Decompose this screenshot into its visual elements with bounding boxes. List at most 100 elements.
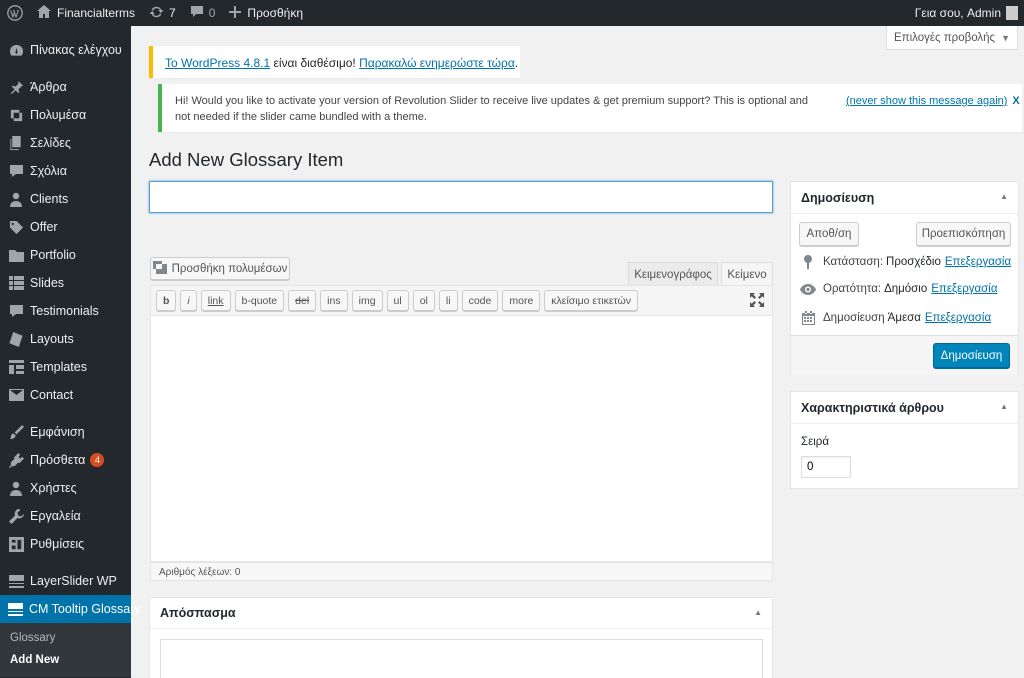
qt-link-button[interactable]: link (200, 290, 231, 311)
sidebar-item-slides[interactable]: Slides (0, 269, 131, 297)
post-attributes-box: Χαρακτηριστικά άρθρου ▲ Σειρά (790, 391, 1019, 489)
site-name: Financialterms (57, 6, 136, 20)
wordpress-logo-icon[interactable] (0, 0, 30, 26)
comments-link[interactable]: 0 (183, 0, 223, 26)
updates-count: 7 (169, 6, 176, 20)
never-show-link[interactable]: (never show this message again) (846, 95, 1007, 107)
sidebar-item-testimonials[interactable]: Testimonials (0, 297, 131, 325)
updates-icon (149, 5, 164, 22)
sidebar-item-appearance[interactable]: Εμφάνιση (0, 418, 131, 446)
qt-code-button[interactable]: code (461, 290, 499, 311)
update-notice-text: είναι διαθέσιμο! (270, 56, 360, 70)
collapse-arrow-icon[interactable]: ▲ (1000, 192, 1008, 201)
sidebar-item-label: Slides (30, 276, 65, 290)
tab-text[interactable]: Κείμενο (721, 262, 773, 286)
publish-box: Δημοσίευση ▲ Αποθ/ση Προεπισκόπηση Κατάσ… (790, 181, 1019, 375)
fullscreen-icon[interactable] (750, 293, 764, 310)
attributes-header[interactable]: Χαρακτηριστικά άρθρου ▲ (791, 392, 1018, 424)
update-now-link[interactable]: Παρακαλώ ενημερώστε τώρα (359, 56, 515, 70)
new-content-link[interactable]: Προσθήκη (222, 0, 310, 26)
publish-header[interactable]: Δημοσίευση ▲ (791, 182, 1018, 214)
sidebar-item-pages[interactable]: Σελίδες (0, 129, 131, 157)
sidebar-item-label: Πρόσθετα (30, 453, 86, 467)
sidebar-item-label: Contact (30, 388, 74, 402)
sidebar-item-label: Πίνακας ελέγχου (30, 43, 122, 57)
sidebar-item-users[interactable]: Χρήστες (0, 474, 131, 502)
excerpt-title: Απόσπασμα (160, 606, 236, 620)
sidebar-item-portfolio[interactable]: Portfolio (0, 241, 131, 269)
sidebar-item-offer[interactable]: Offer (0, 213, 131, 241)
word-count: Αριθμός λέξεων: 0 (150, 562, 773, 581)
qt-ul-button[interactable]: ul (386, 290, 409, 311)
calendar-icon (800, 311, 816, 325)
sidebar-item-media[interactable]: Πολυμέσα (0, 101, 131, 129)
qt-img-button[interactable]: img (351, 290, 383, 311)
brush-icon (8, 424, 24, 440)
updates-link[interactable]: 7 (142, 0, 183, 26)
qt-ol-button[interactable]: ol (412, 290, 435, 311)
visibility-row: Ορατότητα: Δημόσιο Επεξεργασία (800, 283, 997, 295)
sidebar-item-layerslider[interactable]: LayerSlider WP (0, 567, 131, 595)
sidebar-item-plugins[interactable]: Πρόσθετα 4 (0, 446, 131, 474)
user-icon (8, 191, 24, 207)
qt-blockquote-button[interactable]: b-quote (234, 290, 285, 311)
comment-icon (190, 5, 204, 21)
save-draft-button[interactable]: Αποθ/ση (799, 222, 859, 246)
qt-more-button[interactable]: more (502, 290, 541, 311)
sidebar-item-comments[interactable]: Σχόλια (0, 157, 131, 185)
content-editor[interactable] (150, 316, 773, 562)
sidebar-item-contact[interactable]: Contact (0, 381, 131, 409)
edit-schedule-link[interactable]: Επεξεργασία (925, 312, 991, 324)
qt-bold-button[interactable]: b (156, 290, 177, 311)
submenu-item-glossary[interactable]: Glossary (0, 627, 131, 649)
wrench-icon (8, 508, 24, 524)
plus-icon (229, 5, 242, 21)
sidebar-item-label: Layouts (30, 332, 74, 346)
slides-icon (8, 275, 24, 291)
wordpress-version-link[interactable]: Το WordPress 4.8.1 (165, 56, 270, 70)
title-input[interactable] (149, 181, 773, 213)
sidebar-item-label: Ρυθμίσεις (30, 537, 85, 551)
collapse-arrow-icon[interactable]: ▲ (754, 608, 762, 617)
sidebar-item-label: Clients (30, 192, 69, 206)
edit-visibility-link[interactable]: Επεξεργασία (931, 283, 997, 295)
sidebar-item-layouts[interactable]: Layouts (0, 325, 131, 353)
collapse-arrow-icon[interactable]: ▲ (1000, 402, 1008, 411)
site-name-link[interactable]: Financialterms (30, 0, 142, 26)
close-notice-button[interactable]: X (1012, 95, 1019, 107)
add-media-button[interactable]: Προσθήκη πολυμέσων (150, 257, 290, 280)
comments-icon (8, 163, 24, 179)
excerpt-textarea[interactable] (160, 639, 763, 678)
quote-icon (8, 303, 24, 319)
sidebar-item-cm-tooltip-glossary[interactable]: CM Tooltip Glossary (0, 595, 141, 623)
excerpt-header[interactable]: Απόσπασμα ▲ (150, 598, 772, 629)
screen-options-button[interactable]: Επιλογές προβολής ▼ (886, 26, 1018, 50)
sidebar-item-tools[interactable]: Εργαλεία (0, 502, 131, 530)
publish-title: Δημοσίευση (801, 190, 875, 205)
edit-status-link[interactable]: Επεξεργασία (945, 256, 1011, 268)
order-input[interactable] (801, 456, 851, 478)
qt-ins-button[interactable]: ins (320, 290, 348, 311)
sidebar-item-label: Εμφάνιση (30, 425, 85, 439)
pages-icon (8, 135, 24, 151)
glossary-icon (8, 601, 23, 617)
sidebar-item-label: Templates (30, 360, 87, 374)
qt-li-button[interactable]: li (438, 290, 458, 311)
qt-italic-button[interactable]: i (180, 290, 197, 311)
qt-del-button[interactable]: del (288, 290, 317, 311)
qt-close-tags-button[interactable]: κλείσιμο ετικετών (544, 290, 638, 311)
sidebar-item-clients[interactable]: Clients (0, 185, 131, 213)
preview-button[interactable]: Προεπισκόπηση (916, 222, 1011, 246)
sidebar-item-settings[interactable]: Ρυθμίσεις (0, 530, 131, 558)
sidebar-item-dashboard[interactable]: Πίνακας ελέγχου (0, 36, 131, 64)
revslider-dismiss: (never show this message again) X (846, 93, 1020, 109)
status-value: Προσχέδιο (886, 256, 941, 268)
submenu-item-add-new[interactable]: Add New (0, 649, 131, 671)
tab-visual[interactable]: Κειμενογράφος (628, 262, 718, 286)
sidebar-item-posts[interactable]: Άρθρα (0, 73, 131, 101)
my-account-link[interactable]: Γεια σου, Admin (908, 0, 1024, 26)
publish-button[interactable]: Δημοσίευση (933, 343, 1010, 368)
plugin-icon (8, 452, 24, 468)
folder-icon (8, 247, 24, 263)
sidebar-item-templates[interactable]: Templates (0, 353, 131, 381)
